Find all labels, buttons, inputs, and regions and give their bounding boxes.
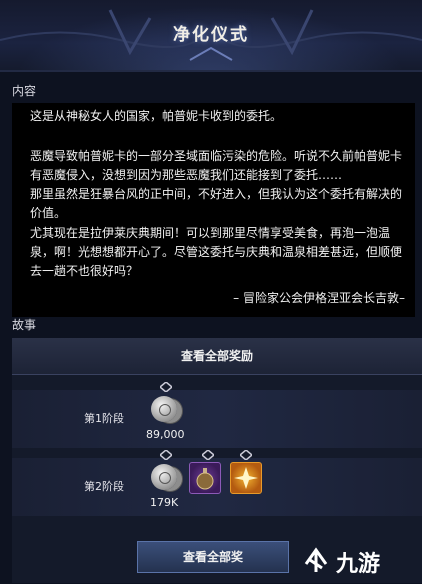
potion-bottle-icon[interactable] — [189, 462, 221, 494]
content-label: 内容 — [12, 84, 37, 98]
content-paragraph: 泉，啊！光想想都开心了。尽管这委托与庆典和温泉相差甚远，但顺便 — [30, 245, 403, 259]
content-paragraph: 有恶魔侵入，没想到因为那些恶魔我们还能接到了委托…… — [30, 168, 343, 182]
content-text-box: 这是从神秘女人的国家，帕普妮卡收到的委托。 恶魔导致帕普妮卡的一部分圣域面临污染… — [12, 103, 415, 317]
view-all-rewards-bottom-button[interactable]: 查看全部奖 — [137, 541, 289, 573]
content-paragraph: 价值。 — [30, 206, 67, 220]
reward-amount: 89,000 — [146, 428, 185, 441]
view-all-rewards-button[interactable]: 查看全部奖励 — [12, 338, 422, 375]
header-banner: 净化仪式 — [0, 0, 422, 72]
story-label: 故事 — [12, 318, 37, 332]
signature: – 冒险家公会伊格涅亚会长吉敦– — [233, 291, 405, 305]
stage-row: 第2阶段 179K — [12, 450, 422, 516]
sparkle-card-icon[interactable] — [230, 462, 262, 494]
content-paragraph: 恶魔导致帕普妮卡的一部分圣域面临污染的危险。听说不久前帕普妮卡 — [30, 149, 403, 163]
diamond-marker-icon — [160, 450, 172, 460]
diamond-marker-icon — [160, 382, 172, 392]
stage-label: 第2阶段 — [84, 480, 124, 493]
silver-coin-icon[interactable] — [151, 464, 177, 490]
content-paragraph: 这是从神秘女人的国家，帕普妮卡收到的委托。 — [30, 109, 283, 123]
diamond-marker-icon — [202, 450, 214, 460]
content-paragraph: 尤其现在是拉伊莱庆典期间！可以到那里尽情享受美食，再泡一泡温 — [30, 226, 391, 240]
stage-row: 第1阶段 89,000 — [12, 382, 422, 448]
content-paragraph: 去一趟不也很好吗？ — [30, 264, 139, 278]
diamond-marker-icon — [240, 450, 252, 460]
silver-coin-icon[interactable] — [151, 396, 177, 422]
watermark-logo: 九游 — [300, 540, 422, 580]
watermark-text: 九游 — [336, 552, 381, 577]
reward-amount: 179K — [150, 496, 179, 509]
stage-label: 第1阶段 — [84, 412, 124, 425]
content-paragraph: 那里虽然是狂暴台风的正中间，不好进入，但我认为这个委托有解决的 — [30, 187, 403, 201]
page-title: 净化仪式 — [173, 25, 249, 45]
